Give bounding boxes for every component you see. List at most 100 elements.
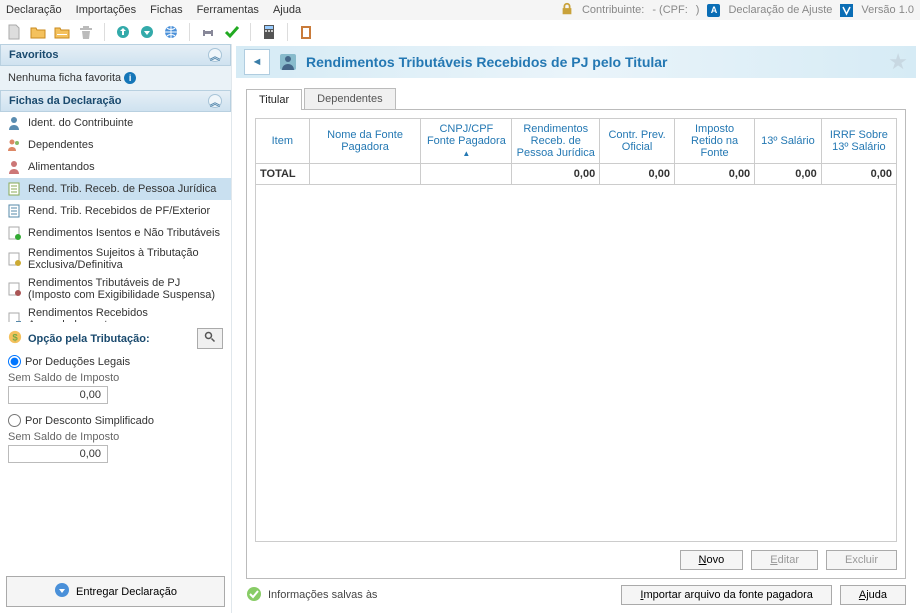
col-rendimentos[interactable]: Rendimentos Receb. de Pessoa Jurídica bbox=[512, 119, 600, 164]
favoritos-title: Favoritos bbox=[9, 49, 59, 61]
collapse-icon[interactable]: ︽ bbox=[208, 94, 222, 108]
menu-fichas[interactable]: Fichas bbox=[150, 4, 182, 16]
col-imposto-retido[interactable]: Imposto Retido na Fonte bbox=[674, 119, 754, 164]
tab-titular[interactable]: Titular bbox=[246, 89, 302, 110]
back-button[interactable]: ◄ bbox=[244, 49, 270, 75]
favorite-star-icon[interactable]: ★ bbox=[888, 49, 908, 75]
col-cnpj[interactable]: CNPJ/CPF Fonte Pagadora ▲ bbox=[421, 119, 512, 164]
ficha-item[interactable]: Ident. do Contribuinte bbox=[0, 112, 231, 134]
lock-icon bbox=[560, 2, 574, 19]
tab-dependentes[interactable]: Dependentes bbox=[304, 88, 395, 109]
collapse-icon[interactable]: ︽ bbox=[208, 48, 222, 62]
tributacao-title: Opção pela Tributação: bbox=[28, 333, 150, 345]
globe-icon[interactable] bbox=[161, 22, 181, 42]
ficha-icon bbox=[6, 181, 22, 197]
ficha-icon bbox=[6, 115, 22, 131]
ficha-label: Rendimentos Tributáveis de PJ (Imposto c… bbox=[28, 277, 225, 301]
ficha-icon bbox=[6, 311, 22, 322]
ficha-icon bbox=[6, 203, 22, 219]
trash-icon[interactable] bbox=[76, 22, 96, 42]
saldo-val-2: 0,00 bbox=[8, 445, 108, 463]
menu-declaracao[interactable]: Declaração bbox=[6, 4, 62, 16]
editar-button[interactable]: Editar bbox=[751, 550, 818, 570]
ficha-item[interactable]: Alimentandos bbox=[0, 156, 231, 178]
tributacao-icon: $ bbox=[8, 330, 22, 347]
entregar-button[interactable]: Entregar Declaração bbox=[6, 576, 225, 607]
svg-text:$: $ bbox=[12, 333, 18, 344]
status-text: Informações salvas às bbox=[268, 589, 377, 601]
status-icon bbox=[246, 586, 262, 605]
ficha-icon bbox=[6, 137, 22, 153]
novo-button[interactable]: Novo bbox=[680, 550, 744, 570]
open-folder-icon[interactable] bbox=[28, 22, 48, 42]
table-empty-area bbox=[255, 185, 897, 542]
col-nome-fonte[interactable]: Nome da Fonte Pagadora bbox=[309, 119, 421, 164]
cpf-close: ) bbox=[696, 4, 700, 16]
menu-importacoes[interactable]: Importações bbox=[76, 4, 137, 16]
favoritos-empty: Nenhuma ficha favorita bbox=[8, 72, 121, 84]
ficha-label: Alimentandos bbox=[28, 161, 95, 173]
ficha-item[interactable]: Rendimentos Sujeitos à Tributação Exclus… bbox=[0, 244, 231, 274]
total-rend: 0,00 bbox=[512, 164, 600, 185]
folder2-icon[interactable] bbox=[52, 22, 72, 42]
fichas-header[interactable]: Fichas da Declaração ︽ bbox=[0, 90, 231, 112]
ficha-label: Rendimentos Sujeitos à Tributação Exclus… bbox=[28, 247, 225, 271]
menu-ajuda[interactable]: Ajuda bbox=[273, 4, 301, 16]
ficha-label: Ident. do Contribuinte bbox=[28, 117, 133, 129]
total-cnpj bbox=[421, 164, 512, 185]
ficha-item[interactable]: Rendimentos Tributáveis de PJ (Imposto c… bbox=[0, 274, 231, 304]
sort-asc-icon: ▲ bbox=[462, 149, 470, 158]
ficha-item[interactable]: Dependentes bbox=[0, 134, 231, 156]
favoritos-body: Nenhuma ficha favorita i bbox=[0, 66, 231, 90]
ficha-item[interactable]: Rendimentos Isentos e Não Tributáveis bbox=[0, 222, 231, 244]
import1-icon[interactable] bbox=[113, 22, 133, 42]
entregar-icon bbox=[54, 582, 70, 601]
radio-deducoes[interactable] bbox=[8, 355, 21, 368]
page-title-icon bbox=[278, 52, 298, 72]
importar-button[interactable]: Importar arquivo da fonte pagadora bbox=[621, 585, 831, 605]
col-irrf[interactable]: IRRF Sobre 13º Salário bbox=[821, 119, 896, 164]
ficha-item[interactable]: Rend. Trib. Receb. de Pessoa Jurídica bbox=[0, 178, 231, 200]
ficha-label: Rendimentos Isentos e Não Tributáveis bbox=[28, 227, 220, 239]
decl-ajuste-label: Declaração de Ajuste bbox=[728, 4, 832, 16]
total-row: TOTAL 0,00 0,00 0,00 0,00 0,00 bbox=[256, 164, 897, 185]
ajuste-badge-icon: A bbox=[707, 4, 720, 17]
version-icon bbox=[840, 4, 853, 17]
ficha-item[interactable]: Rend. Trib. Recebidos de PF/Exterior bbox=[0, 200, 231, 222]
zoom-button[interactable] bbox=[197, 328, 223, 349]
menu-ferramentas[interactable]: Ferramentas bbox=[197, 4, 259, 16]
radio-simplificado[interactable] bbox=[8, 414, 21, 427]
info-icon[interactable]: i bbox=[124, 72, 136, 84]
saldo-label-1: Sem Saldo de Imposto bbox=[8, 372, 223, 384]
calculator-icon[interactable] bbox=[259, 22, 279, 42]
total-contr: 0,00 bbox=[600, 164, 675, 185]
print-icon[interactable] bbox=[198, 22, 218, 42]
ficha-item[interactable]: Rendimentos Recebidos Acumuladamente bbox=[0, 304, 231, 322]
total-irrf: 0,00 bbox=[821, 164, 896, 185]
cpf-label: - (CPF: bbox=[652, 4, 687, 16]
saldo-val-1: 0,00 bbox=[8, 386, 108, 404]
total-label: TOTAL bbox=[256, 164, 310, 185]
toolbar-separator bbox=[287, 23, 288, 41]
col-contr-prev[interactable]: Contr. Prev. Oficial bbox=[600, 119, 675, 164]
col-13-salario[interactable]: 13º Salário bbox=[755, 119, 822, 164]
total-nome bbox=[309, 164, 421, 185]
ficha-icon bbox=[6, 159, 22, 175]
ficha-label: Rend. Trib. Receb. de Pessoa Jurídica bbox=[28, 183, 216, 195]
col-item[interactable]: Item bbox=[256, 119, 310, 164]
check-icon[interactable] bbox=[222, 22, 242, 42]
favoritos-header[interactable]: Favoritos ︽ bbox=[0, 44, 231, 66]
excluir-button[interactable]: Excluir bbox=[826, 550, 897, 570]
import2-icon[interactable] bbox=[137, 22, 157, 42]
ajuda-button[interactable]: Ajuda bbox=[840, 585, 906, 605]
contribuinte-label: Contribuinte: bbox=[582, 4, 644, 16]
clipboard-icon[interactable] bbox=[296, 22, 316, 42]
new-doc-icon[interactable] bbox=[4, 22, 24, 42]
page-title: Rendimentos Tributáveis Recebidos de PJ … bbox=[306, 54, 668, 70]
toolbar-separator bbox=[250, 23, 251, 41]
ficha-label: Dependentes bbox=[28, 139, 93, 151]
toolbar-separator bbox=[104, 23, 105, 41]
ficha-label: Rend. Trib. Recebidos de PF/Exterior bbox=[28, 205, 210, 217]
entregar-label: Entregar Declaração bbox=[76, 586, 177, 598]
opt-deducoes-label: Por Deduções Legais bbox=[25, 356, 130, 368]
